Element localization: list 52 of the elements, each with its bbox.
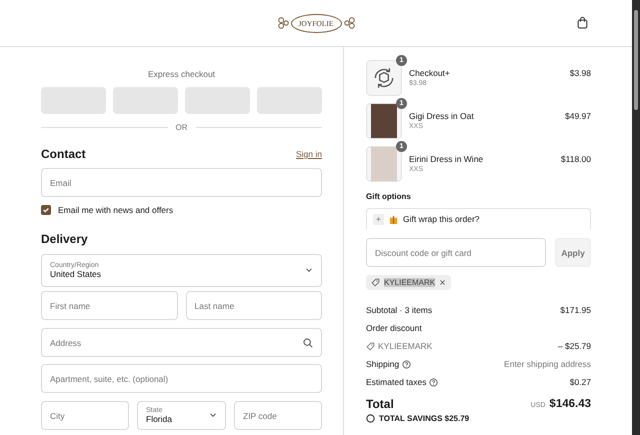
- flower-ornament-icon: [342, 16, 356, 30]
- email-field[interactable]: Email: [41, 168, 322, 197]
- section-heading: Contact: [41, 147, 86, 161]
- last-name-field[interactable]: Last name: [186, 291, 322, 320]
- chevron-down-icon: [305, 268, 313, 273]
- help-icon[interactable]: [402, 360, 412, 368]
- scrollbar[interactable]: [632, 0, 640, 435]
- total-amount: $146.43: [549, 398, 591, 410]
- photo-placeholder: [371, 104, 397, 138]
- first-name-field[interactable]: First name: [41, 291, 178, 320]
- discount-code-text: KYLIEEMARK: [378, 341, 432, 351]
- product-price: $49.97: [565, 110, 591, 121]
- address-field[interactable]: Address: [41, 328, 322, 357]
- total-savings-text: TOTAL SAVINGS $25.79: [379, 414, 470, 423]
- help-icon[interactable]: [429, 378, 438, 386]
- search-icon: [303, 338, 313, 348]
- photo-placeholder: [371, 147, 397, 181]
- summary-value: – $25.79: [558, 341, 591, 351]
- summary-label: Estimated taxes: [366, 377, 426, 387]
- gift-icon: [389, 214, 398, 224]
- tag-icon: [366, 342, 375, 350]
- summary-value: $0.27: [570, 377, 591, 387]
- chevron-down-icon: [209, 413, 217, 418]
- apartment-field[interactable]: Apartment, suite, etc. (optional): [41, 364, 322, 393]
- zip-code-field[interactable]: ZIP code: [234, 401, 322, 430]
- gift-wrap-option[interactable]: + Gift wrap this order?: [366, 208, 591, 229]
- total-label: Total: [366, 397, 394, 411]
- express-checkout-title: Express checkout: [146, 69, 216, 79]
- discount-code-field[interactable]: Discount code or gift card: [366, 238, 546, 267]
- summary-label: Subtotal · 3 items: [366, 305, 432, 315]
- checkbox[interactable]: [41, 205, 51, 215]
- section-heading: Delivery: [41, 232, 89, 246]
- summary-label: Shipping: [366, 359, 400, 369]
- tag-icon: [371, 278, 380, 287]
- flower-ornament-icon: [276, 16, 290, 30]
- shopping-bag-icon[interactable]: [577, 16, 588, 29]
- summary-value: $171.95: [560, 305, 591, 315]
- remove-icon[interactable]: [439, 279, 446, 286]
- discount-tag: KYLIEEMARK: [366, 275, 452, 290]
- product-name: Gigi Dress in Oat: [409, 111, 475, 121]
- product-price: $3.98: [570, 67, 591, 78]
- checkbox-label: Email me with news and offers: [58, 205, 174, 215]
- summary-value: Enter shipping address: [504, 359, 591, 369]
- summary-label: Order discount: [366, 323, 422, 333]
- product-name: Checkout+: [409, 68, 451, 78]
- apply-button[interactable]: Apply: [555, 238, 591, 267]
- product-price: $118.00: [560, 153, 591, 164]
- product-name: Eirini Dress in Wine: [409, 154, 484, 164]
- sign-in-link[interactable]: Sign in: [296, 149, 322, 159]
- city-field[interactable]: City: [41, 401, 129, 430]
- gift-options-heading: Gift options: [366, 192, 412, 201]
- or-divider-text: OR: [176, 123, 188, 132]
